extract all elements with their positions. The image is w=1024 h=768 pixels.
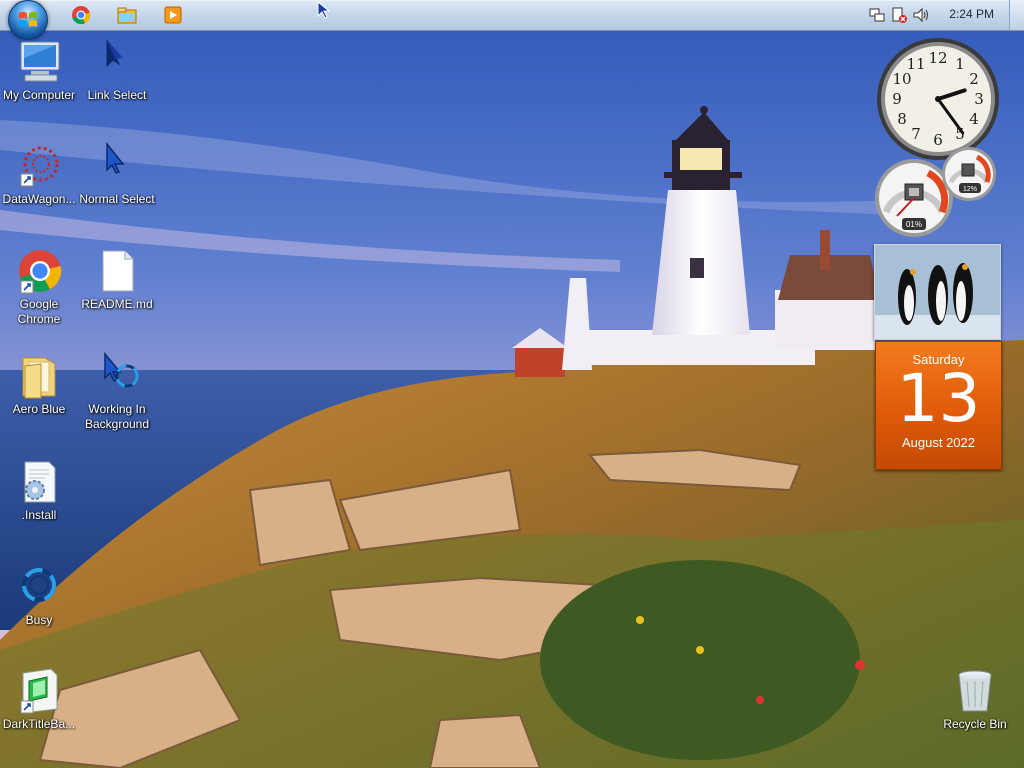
desktop-icon-label: DarkTitleBa... bbox=[2, 717, 76, 731]
start-button[interactable] bbox=[8, 0, 48, 40]
desktop-icon-normal-select[interactable]: Normal Select bbox=[78, 142, 156, 207]
svg-text:4: 4 bbox=[969, 110, 979, 128]
svg-text:1: 1 bbox=[955, 55, 965, 73]
svg-text:9: 9 bbox=[892, 90, 902, 108]
desktop-icon-datawagon[interactable]: DataWagon... bbox=[0, 142, 78, 207]
desktop-icon-dark-title-bar[interactable]: DarkTitleBa... bbox=[0, 667, 78, 732]
desktop-icon-busy[interactable]: Busy bbox=[0, 563, 78, 628]
penguins-photo bbox=[875, 245, 1000, 339]
desktop-icon-label: Aero Blue bbox=[12, 402, 66, 416]
desktop-icon-label: Google Chrome bbox=[17, 297, 61, 326]
system-tray: 2:24 PM bbox=[854, 0, 1024, 30]
calendar-month-year: August 2022 bbox=[901, 435, 975, 450]
taskbar-explorer-button[interactable] bbox=[117, 5, 137, 25]
taskbar: 2:24 PM bbox=[0, 0, 1024, 40]
desktop-icon-label: README.md bbox=[81, 297, 153, 311]
desktop-icon-label: Link Select bbox=[87, 88, 147, 102]
calendar-day-number: 13 bbox=[896, 360, 981, 437]
svg-text:11: 11 bbox=[906, 55, 925, 73]
datawagon-icon bbox=[20, 146, 59, 187]
desktop-icon-label: Normal Select bbox=[79, 192, 155, 206]
windows-logo-icon bbox=[19, 12, 37, 27]
desktop-icon-label: My Computer bbox=[2, 88, 76, 102]
svg-text:12: 12 bbox=[928, 49, 947, 67]
folder-icon bbox=[22, 357, 56, 399]
desktop-icon-label: .Install bbox=[21, 508, 57, 522]
working-cursor-icon bbox=[104, 352, 139, 388]
desktop-icon-label: Busy bbox=[25, 613, 53, 627]
cpu-usage-text: 01% bbox=[906, 220, 922, 229]
media-player-icon bbox=[164, 6, 182, 24]
desktop-icon-google-chrome[interactable]: Google Chrome bbox=[0, 247, 78, 327]
calendar-gadget[interactable]: Saturday 13 August 2022 bbox=[875, 341, 1002, 470]
chrome-icon bbox=[19, 250, 62, 294]
show-desktop-button[interactable] bbox=[1009, 0, 1024, 30]
busy-cursor-icon bbox=[22, 568, 56, 602]
desktop-icon-my-computer[interactable]: My Computer bbox=[0, 38, 78, 103]
memory-usage-text: 12% bbox=[963, 186, 977, 193]
mouse-cursor-icon bbox=[317, 1, 331, 19]
desktop-icon-label: Recycle Bin bbox=[943, 717, 1007, 731]
normal-select-cursor-icon bbox=[106, 142, 125, 174]
desktop-icon-recycle-bin[interactable]: Recycle Bin bbox=[936, 667, 1014, 732]
install-file-icon bbox=[24, 461, 56, 503]
link-select-cursor-icon bbox=[106, 39, 123, 68]
svg-text:2: 2 bbox=[969, 70, 979, 88]
computer-icon bbox=[20, 41, 60, 82]
slideshow-gadget[interactable] bbox=[874, 244, 1001, 340]
desktop-icon-label: DataWagon... bbox=[2, 192, 76, 206]
desktop-icon-install[interactable]: .Install bbox=[0, 458, 78, 523]
desktop-icon-working-in-background[interactable]: Working In Background bbox=[78, 352, 156, 432]
volume-icon[interactable] bbox=[912, 6, 930, 24]
desktop-icon-label: Working In Background bbox=[84, 402, 150, 431]
chrome-icon bbox=[72, 6, 91, 25]
desktop-icon-readme[interactable]: README.md bbox=[78, 247, 156, 312]
desktop-icon-aero-blue[interactable]: Aero Blue bbox=[0, 352, 78, 417]
document-icon bbox=[102, 250, 134, 292]
network-icon[interactable] bbox=[868, 6, 886, 24]
action-center-icon[interactable] bbox=[890, 6, 908, 24]
svg-text:3: 3 bbox=[974, 90, 984, 108]
taskbar-media-player-button[interactable] bbox=[163, 5, 183, 25]
dark-title-bar-icon bbox=[20, 668, 58, 714]
cpu-meter-gadget[interactable]: 01% 12% bbox=[873, 146, 1003, 242]
clock-gadget[interactable]: 12 12 345 678 91011 bbox=[875, 36, 1001, 162]
svg-text:7: 7 bbox=[911, 125, 921, 143]
recycle-bin-icon bbox=[958, 670, 992, 712]
taskbar-chrome-button[interactable] bbox=[71, 5, 91, 25]
desktop-icon-link-select[interactable]: Link Select bbox=[78, 38, 156, 103]
taskbar-clock[interactable]: 2:24 PM bbox=[949, 7, 994, 21]
file-explorer-icon bbox=[117, 7, 137, 24]
svg-text:8: 8 bbox=[897, 110, 907, 128]
